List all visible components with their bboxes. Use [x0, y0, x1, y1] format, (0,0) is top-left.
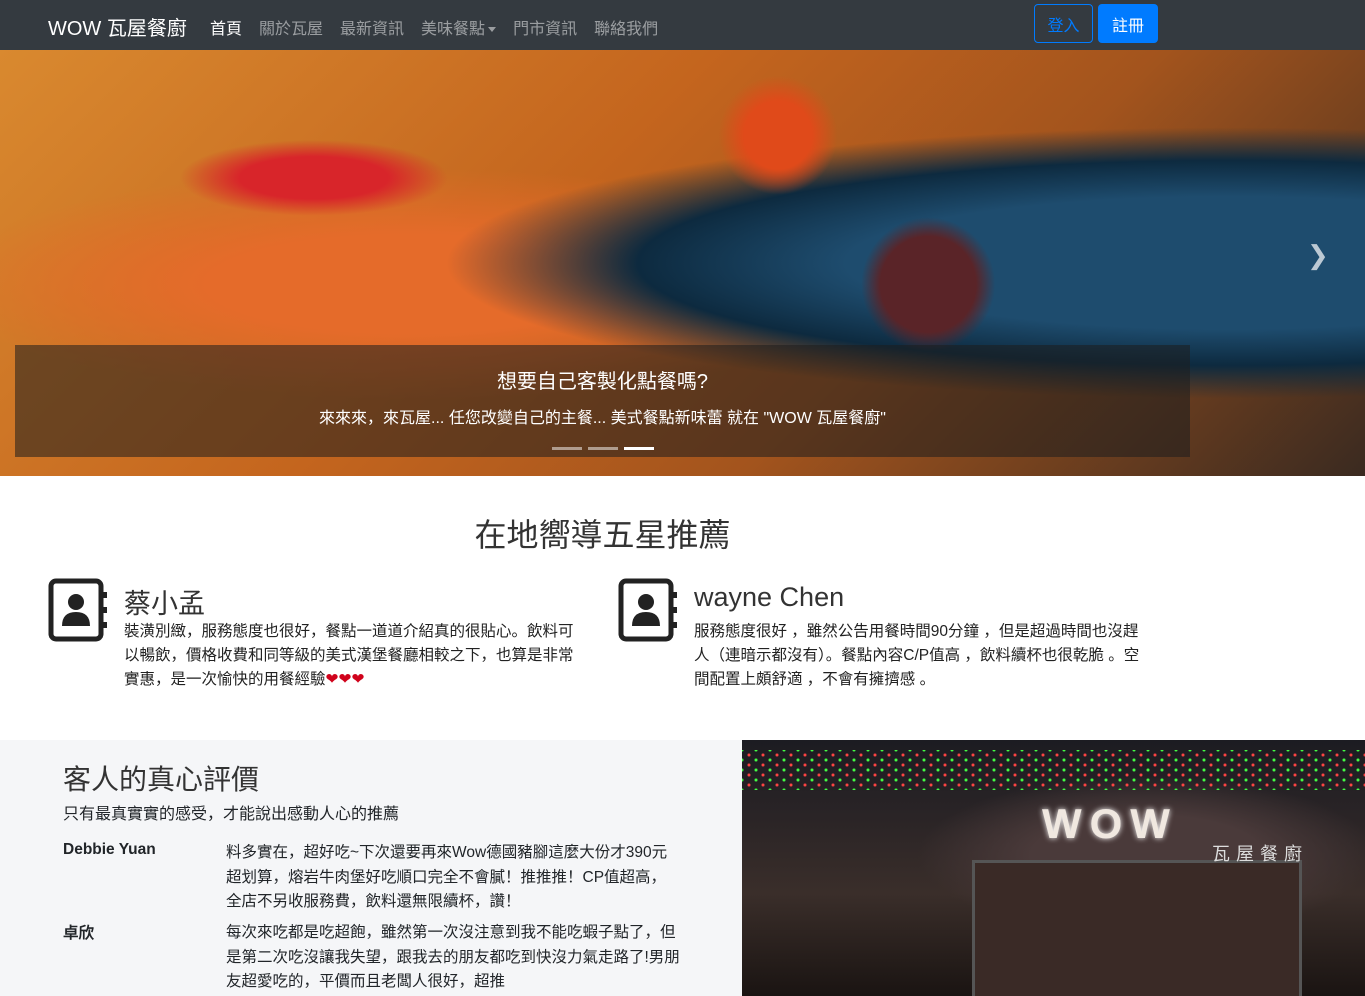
- review-text: 服務態度很好 ，雖然公告用餐時間90分鐘 ，但是超過時間也沒趕人（連暗示都沒有）…: [694, 623, 1140, 688]
- featured-heading: 在地嚮導五星推薦: [474, 517, 731, 553]
- login-button[interactable]: 登入: [1034, 4, 1093, 43]
- brand-logo[interactable]: WOW 瓦屋餐廚: [48, 12, 187, 41]
- chevron-right-icon[interactable]: ❯: [1307, 240, 1329, 271]
- nav-stores[interactable]: 門市資訊: [513, 15, 577, 39]
- nav-about[interactable]: 關於瓦屋: [259, 15, 323, 39]
- carousel-indicators: [552, 447, 654, 450]
- testimonial-name: 卓欣: [63, 925, 95, 942]
- nav-home[interactable]: 首頁: [210, 15, 242, 39]
- hero-carousel: ❯ 想要自己客製化點餐嗎? 來來來，來瓦屋... 任您改變自己的主餐... 美式…: [0, 50, 1365, 476]
- indicator-3[interactable]: [624, 447, 654, 450]
- nav-menu-dropdown[interactable]: 美味餐點: [421, 15, 497, 39]
- testimonials-subtitle: 只有最真實實的感受，才能說出感動人心的推薦: [63, 806, 400, 823]
- indicator-2[interactable]: [588, 447, 618, 450]
- testimonials-heading: 客人的真心評價: [63, 764, 260, 795]
- storefront-sign-sub: 瓦屋餐廚: [1212, 844, 1308, 864]
- storefront-entrance: [972, 860, 1302, 996]
- reviewer-name: wayne Chen: [694, 582, 845, 612]
- nav-contact[interactable]: 聯絡我們: [594, 15, 658, 39]
- contact-book-icon: [618, 578, 677, 642]
- heart-icon: ❤❤❤: [325, 671, 365, 688]
- register-button[interactable]: 註冊: [1098, 4, 1158, 43]
- indicator-1[interactable]: [552, 447, 582, 450]
- nav-links: 首頁 關於瓦屋 最新資訊 美味餐點 門市資訊 聯絡我們: [210, 15, 658, 39]
- carousel-caption: 想要自己客製化點餐嗎? 來來來，來瓦屋... 任您改變自己的主餐... 美式餐點…: [15, 345, 1190, 457]
- contact-book-icon: [48, 578, 107, 642]
- storefront-sign: WOW: [1042, 800, 1178, 847]
- review-text: 裝潢別緻，服務態度也很好，餐點一道道介紹真的很貼心。飲料可以暢飲，價格收費和同等…: [124, 620, 579, 692]
- nav-news[interactable]: 最新資訊: [340, 15, 404, 39]
- caption-title: 想要自己客製化點餐嗎?: [496, 371, 709, 393]
- caption-text: 來來來，來瓦屋... 任您改變自己的主餐... 美式餐點新味蕾 就在 "WOW …: [319, 410, 886, 427]
- storefront-photo: WOW 瓦屋餐廚: [742, 740, 1365, 996]
- testimonials-section: 客人的真心評價 只有最真實實的感受，才能說出感動人心的推薦 Debbie Yua…: [0, 740, 742, 996]
- reviewer-name: 蔡小孟: [124, 589, 205, 619]
- nav-menu-label: 美味餐點: [421, 21, 486, 38]
- string-lights: [742, 750, 1365, 790]
- testimonial-text: 每次來吃都是吃超飽，雖然第一次沒注意到我不能吃蝦子點了，但是第二次吃沒讓我失望，…: [226, 924, 680, 990]
- testimonial-text: 料多實在，超好吃~下次還要再來Wow德國豬腳這麼大份才390元超划算，熔岩牛肉堡…: [226, 844, 668, 910]
- caret-down-icon: [488, 27, 497, 33]
- navbar: WOW 瓦屋餐廚 首頁 關於瓦屋 最新資訊 美味餐點 門市資訊 聯絡我們 登入 …: [0, 0, 1365, 50]
- testimonial-name: Debbie Yuan: [63, 841, 156, 858]
